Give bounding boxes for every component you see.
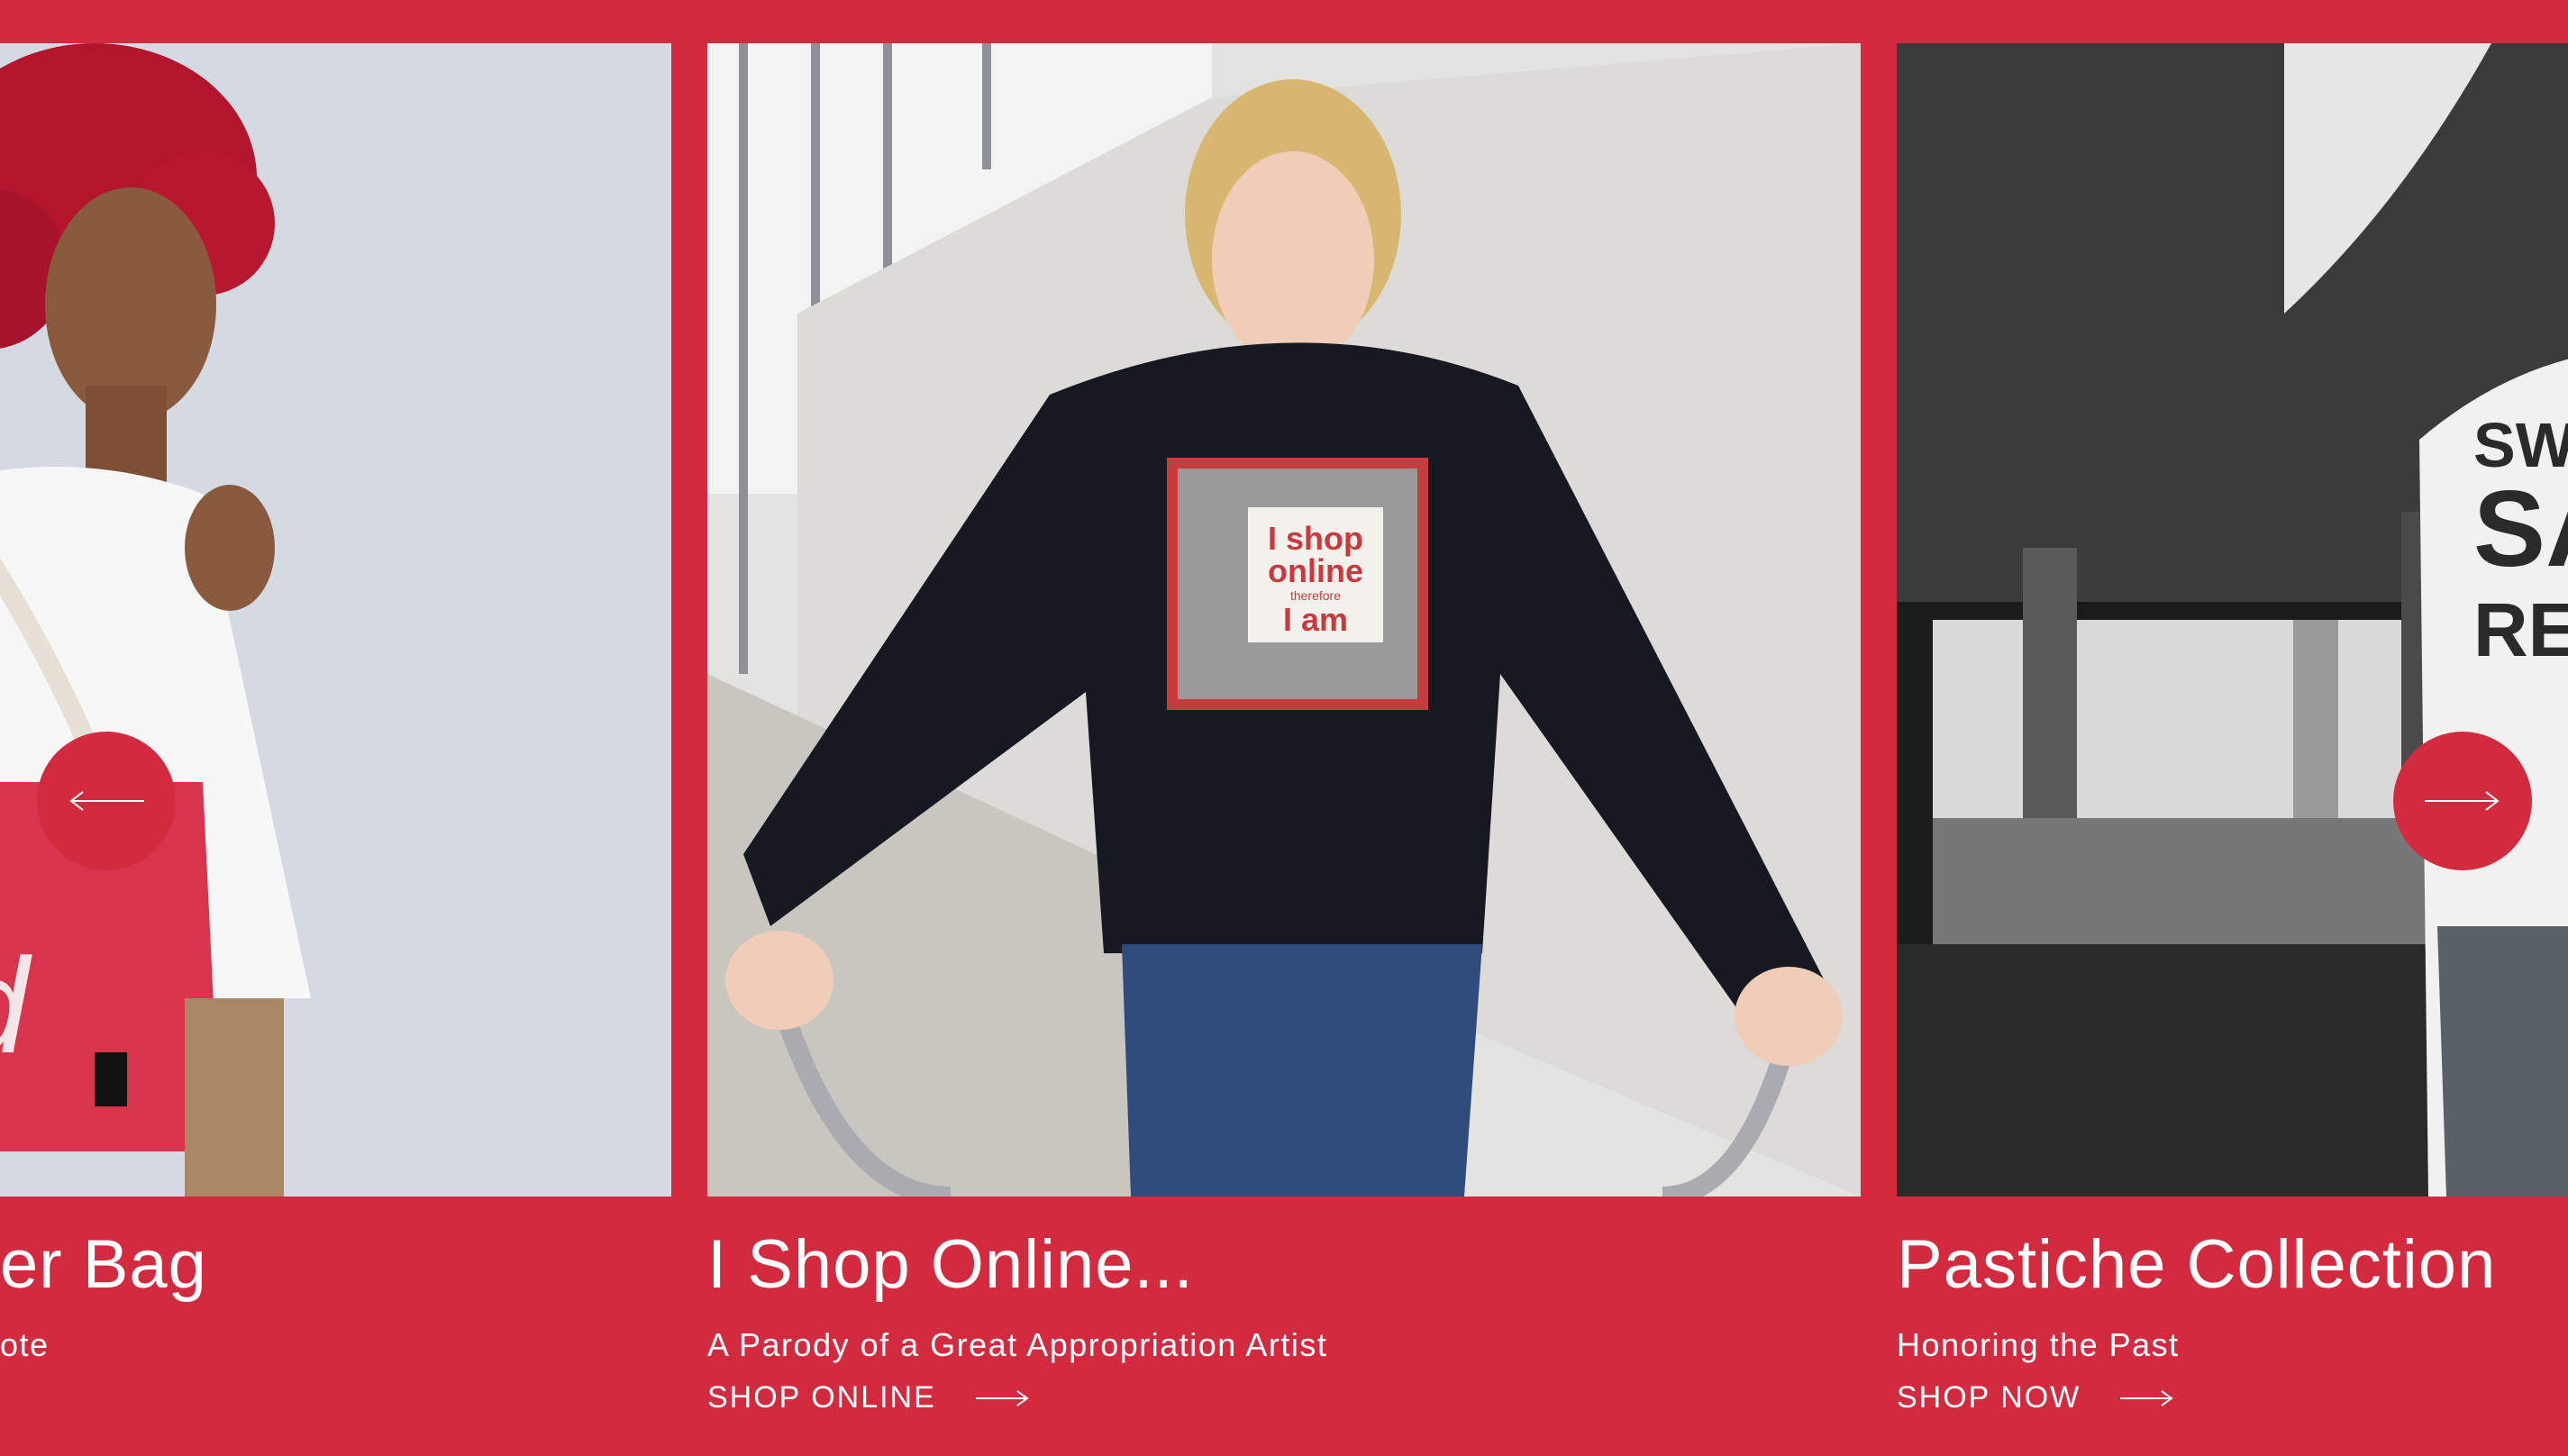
tee-line-2: SA — [2473, 469, 2568, 589]
tote-bag-model-photo[interactable]: ed — [0, 43, 671, 1197]
slide-title: Pastiche Collection — [1897, 1226, 2497, 1303]
pastiche-photo-art: SWE SA REFRE — [1897, 43, 2568, 1197]
slide-subtitle: ote — [0, 1326, 50, 1363]
shop-online-link[interactable]: SHOP ONLINE — [707, 1380, 1030, 1415]
slide-title: er Bag — [0, 1226, 207, 1303]
cta-label: SHOP NOW — [1897, 1380, 2081, 1415]
print-line-2: online — [1268, 552, 1363, 589]
print-line-1: I shop — [1268, 520, 1363, 557]
arrow-right-icon — [2425, 791, 2500, 811]
slide-subtitle: A Parody of a Great Appropriation Artist — [707, 1326, 1328, 1363]
carousel-slide-i-shop-online: I shop online therefore I am I Shop Onli… — [707, 43, 1861, 1415]
arrow-right-icon — [975, 1389, 1029, 1406]
slide-subtitle: Honoring the Past — [1897, 1326, 2180, 1363]
arrow-left-icon — [69, 791, 144, 811]
pastiche-model-photo[interactable]: SWE SA REFRE — [1897, 43, 2568, 1197]
slide-title: I Shop Online... — [707, 1226, 1194, 1303]
tote-print-text: ed — [0, 930, 32, 1081]
carousel-slide-tote: ed er Bag ote — [0, 43, 671, 1363]
carousel-next-button[interactable] — [2393, 732, 2532, 870]
carousel-slide-pastiche: SWE SA REFRE Pastiche Collection Honorin… — [1897, 43, 2568, 1415]
tee-line-3: REFRE — [2473, 587, 2568, 672]
carousel-prev-button[interactable] — [37, 732, 176, 870]
arrow-right-icon — [2120, 1389, 2173, 1406]
hoodie-photo-art: I shop online therefore I am — [707, 43, 1861, 1197]
tote-photo-art: ed — [0, 43, 671, 1197]
print-line-4: I am — [1283, 601, 1348, 638]
shop-now-link[interactable]: SHOP NOW — [1897, 1380, 2174, 1415]
product-carousel: ed er Bag ote — [0, 0, 2568, 1456]
cta-label: SHOP ONLINE — [707, 1380, 936, 1415]
hoodie-model-photo[interactable]: I shop online therefore I am — [707, 43, 1861, 1197]
